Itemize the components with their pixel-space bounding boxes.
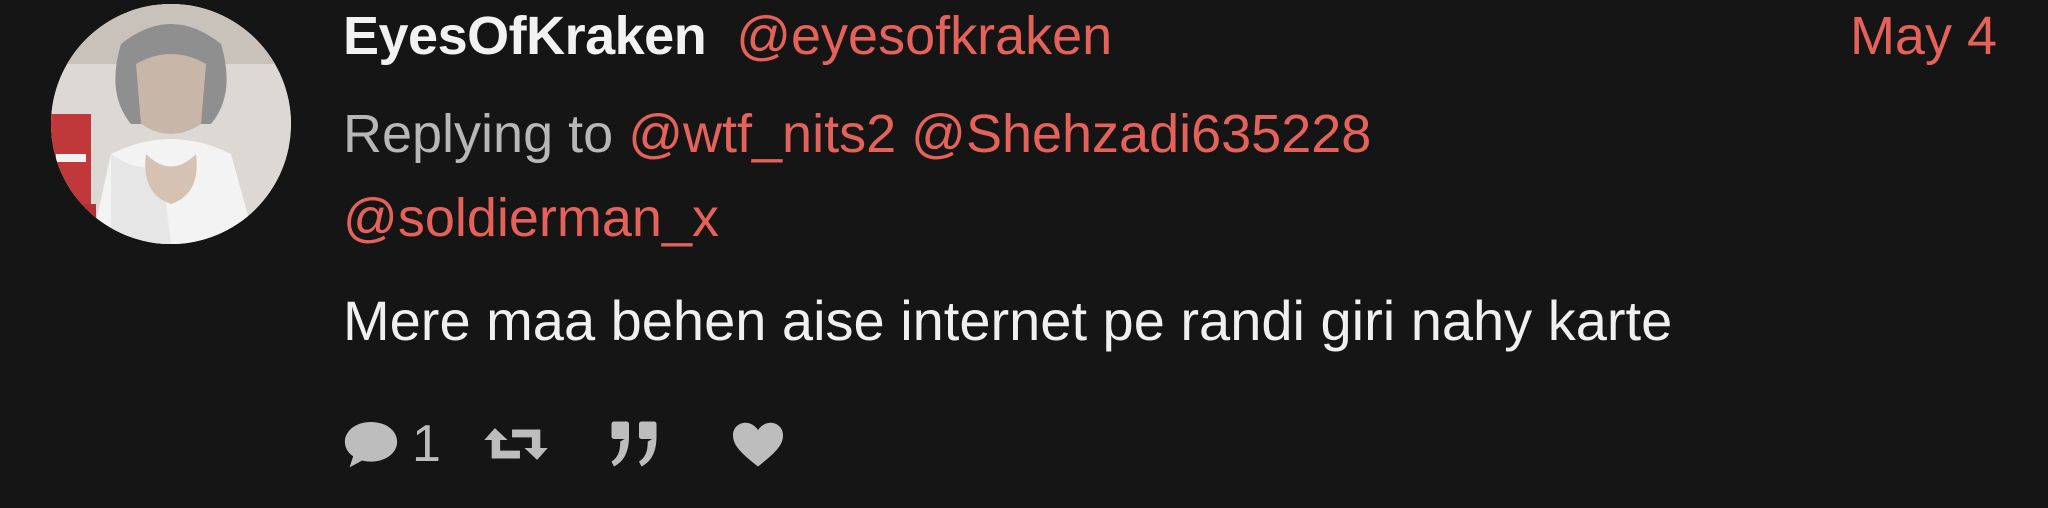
quote-icon <box>611 421 657 467</box>
reply-count: 1 <box>412 415 441 473</box>
mention-link[interactable]: @wtf_nits2 <box>628 104 896 164</box>
user-handle[interactable]: @eyesofkraken <box>736 5 1112 67</box>
avatar[interactable] <box>51 4 291 244</box>
replying-to-label: Replying to <box>343 104 614 164</box>
mention-link[interactable]: @soldierman_x <box>343 188 719 248</box>
quote-button[interactable] <box>603 414 665 474</box>
speech-bubble-icon <box>344 422 398 468</box>
tweet-header: EyesOfKraken @eyesofkraken <box>343 4 1112 68</box>
tweet-actions: 1 <box>338 410 789 478</box>
heart-icon <box>732 422 783 467</box>
mention-link[interactable]: @Shehzadi635228 <box>911 104 1371 164</box>
tweet-date[interactable]: May 4 <box>1850 4 1997 68</box>
retweet-button[interactable] <box>479 411 553 477</box>
like-button[interactable] <box>727 414 789 474</box>
avatar-image <box>51 4 291 244</box>
display-name[interactable]: EyesOfKraken <box>343 5 707 67</box>
reply-button[interactable]: 1 <box>338 411 441 477</box>
replying-to: Replying to @wtf_nits2 @Shehzadi635228 @… <box>343 92 1643 260</box>
tweet-text: Mere maa behen aise internet pe randi gi… <box>343 289 1673 352</box>
retweet-icon <box>484 428 548 460</box>
tweet-card: EyesOfKraken @eyesofkraken May 4 Replyin… <box>0 0 2048 508</box>
